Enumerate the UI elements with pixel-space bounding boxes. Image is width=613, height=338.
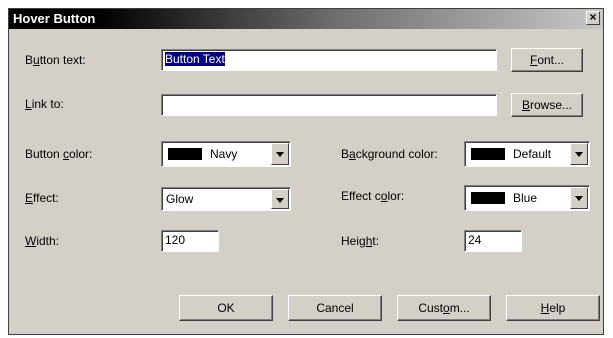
effect-select[interactable]: Glow — [161, 187, 291, 211]
close-button[interactable]: × — [586, 11, 600, 25]
chevron-down-icon[interactable] — [570, 187, 588, 209]
width-value: 120 — [165, 233, 186, 247]
browse-button[interactable]: Browse... — [511, 93, 583, 117]
effect-color-swatch — [471, 192, 505, 204]
link-to-label: Link to: — [25, 97, 64, 111]
effect-label: Effect: — [25, 191, 59, 205]
effect-value: Glow — [166, 192, 194, 206]
cancel-button[interactable]: Cancel — [288, 295, 382, 321]
effect-color-select[interactable]: Blue — [464, 185, 590, 211]
chevron-down-icon[interactable] — [570, 143, 588, 165]
background-color-label: Background color: — [341, 147, 438, 161]
chevron-down-icon[interactable] — [271, 143, 289, 165]
effect-color-value: Blue — [513, 191, 538, 205]
button-text-label: Button text: — [25, 53, 86, 67]
background-color-value: Default — [513, 147, 552, 161]
height-label: Height: — [341, 234, 380, 248]
font-button[interactable]: Font... — [511, 48, 583, 72]
chevron-down-icon[interactable] — [271, 189, 289, 209]
button-text-value: Button Text — [165, 52, 225, 66]
button-text-input[interactable]: Button Text — [161, 49, 497, 71]
ok-button[interactable]: OK — [179, 295, 273, 321]
button-color-value: Navy — [210, 147, 238, 161]
link-to-input[interactable] — [161, 94, 497, 116]
width-label: Width: — [25, 234, 60, 248]
close-icon: × — [589, 10, 597, 24]
button-color-select[interactable]: Navy — [161, 141, 291, 167]
title-bar: Hover Button × — [9, 9, 603, 29]
custom-button[interactable]: Custom... — [397, 295, 491, 321]
height-value: 24 — [468, 233, 482, 247]
background-color-select[interactable]: Default — [464, 141, 590, 167]
button-color-label: Button color: — [25, 147, 93, 161]
dialog-title: Hover Button — [13, 11, 96, 26]
help-button[interactable]: Help — [506, 295, 600, 321]
width-input[interactable]: 120 — [161, 230, 219, 252]
background-color-swatch — [471, 148, 505, 160]
effect-color-label: Effect color: — [341, 189, 405, 203]
button-color-swatch — [168, 148, 202, 160]
height-input[interactable]: 24 — [464, 230, 522, 252]
hover-button-dialog: Hover Button × Button text: Button Text … — [8, 8, 604, 335]
